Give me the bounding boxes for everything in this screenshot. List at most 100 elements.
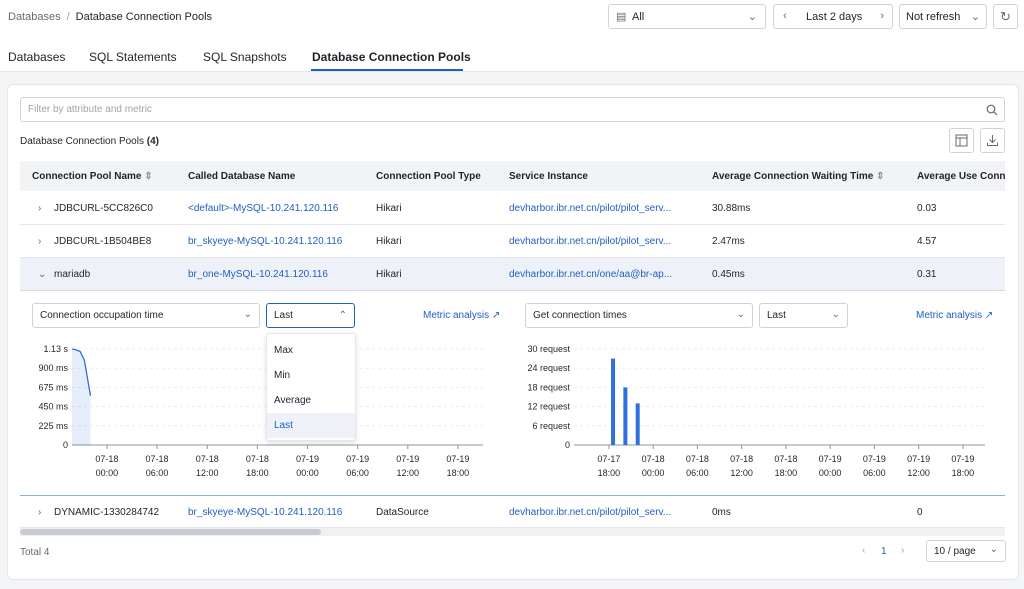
download-icon (987, 135, 998, 146)
table-row-expanded[interactable]: ⌄ mariadb br_one-MySQL-10.241.120.116 Hi… (20, 258, 1005, 291)
option-label: Max (274, 345, 293, 356)
right-metric-select[interactable]: Get connection times ⌄ (525, 303, 753, 328)
prev-page-icon[interactable]: ‹ (862, 545, 865, 556)
chevron-down-icon[interactable]: ⌄ (38, 269, 46, 280)
column-header-service-instance: Service Instance (509, 171, 588, 182)
sort-icon[interactable]: ⇕ (144, 171, 152, 182)
x-tick-label: 07-19 (907, 454, 930, 464)
db-name-link[interactable]: br_one-MySQL-10.241.120.116 (188, 269, 328, 280)
tab-sql-statements[interactable]: SQL Statements (89, 50, 177, 64)
column-header-label: Average Connection Waiting Time (712, 171, 874, 182)
y-tick-label: 0 (63, 440, 68, 450)
db-name-link[interactable]: <default>-MySQL-10.241.120.116 (188, 203, 338, 214)
breadcrumb-parent[interactable]: Databases (8, 11, 61, 23)
y-tick-label: 0 (565, 440, 570, 450)
left-metric-analysis-link[interactable]: Metric analysis ↗ (423, 310, 500, 321)
dropdown-option-max[interactable]: Max (267, 338, 355, 363)
y-tick-label: 450 ms (38, 402, 68, 412)
x-tick-label: 07-18 (686, 454, 709, 464)
refresh-interval-select[interactable]: Not refresh ⌄ (899, 4, 987, 29)
table-row[interactable]: › JDBCURL-5CC826C0 <default>-MySQL-10.24… (20, 192, 1005, 225)
filter-placeholder: Filter by attribute and metric (28, 104, 152, 115)
x-tick-label: 07-19 (296, 454, 319, 464)
tab-sql-snapshots[interactable]: SQL Snapshots (203, 50, 287, 64)
x-tick-label: 12:00 (730, 468, 753, 478)
chevron-right-icon[interactable]: › (880, 10, 884, 22)
chevron-left-icon[interactable]: ‹ (783, 10, 787, 22)
horizontal-scrollbar-thumb[interactable] (20, 529, 321, 535)
chevron-right-icon[interactable]: › (38, 507, 41, 518)
x-tick-label: 07-19 (446, 454, 469, 464)
chevron-right-icon[interactable]: › (38, 236, 41, 247)
column-header-db-name: Called Database Name (188, 171, 296, 182)
x-tick-label: 07-18 (642, 454, 665, 464)
x-tick-label: 00:00 (96, 468, 119, 478)
right-aggregation-select[interactable]: Last ⌄ (759, 303, 848, 328)
section-title-text: Database Connection Pools (20, 136, 144, 147)
table-row[interactable]: › DYNAMIC-1330284742 br_skyeye-MySQL-10.… (20, 496, 1005, 528)
dropdown-option-last[interactable]: Last (267, 413, 355, 438)
refresh-button[interactable]: ↻ (993, 4, 1018, 29)
db-name-link[interactable]: br_skyeye-MySQL-10.241.120.116 (188, 236, 342, 247)
tab-databases[interactable]: Databases (8, 50, 65, 64)
pool-name: mariadb (54, 269, 91, 280)
y-tick-label: 12 request (527, 402, 570, 412)
pool-name: JDBCURL-1B504BE8 (54, 236, 152, 247)
filter-input[interactable]: Filter by attribute and metric (20, 97, 1005, 122)
metric-analysis-label: Metric analysis (916, 310, 983, 321)
avg-wait: 2.47ms (712, 236, 745, 247)
avg-use: 0 (917, 507, 923, 518)
x-tick-label: 07-19 (819, 454, 842, 464)
column-header-pool-name[interactable]: Connection Pool Name ⇕ (32, 171, 153, 182)
bar (623, 387, 628, 445)
pool-type: Hikari (376, 236, 402, 247)
right-metric-analysis-link[interactable]: Metric analysis ↗ (916, 310, 993, 321)
left-metric-value: Connection occupation time (40, 310, 164, 321)
x-tick-label: 12:00 (397, 468, 420, 478)
x-tick-label: 00:00 (819, 468, 842, 478)
refresh-icon: ↻ (1000, 8, 1011, 24)
x-tick-label: 00:00 (642, 468, 665, 478)
sort-icon[interactable]: ⇕ (876, 171, 884, 182)
series-area (72, 349, 91, 445)
column-header-avg-wait[interactable]: Average Connection Waiting Time ⇕ (712, 171, 885, 182)
chevron-right-icon[interactable]: › (38, 203, 41, 214)
database-filter-select[interactable]: ▤ All ⌄ (608, 4, 766, 29)
section-count: (4) (146, 136, 159, 147)
tab-database-connection-pools[interactable]: Database Connection Pools (312, 50, 471, 64)
x-tick-label: 18:00 (246, 468, 269, 478)
time-range-picker[interactable]: ‹ Last 2 days › (773, 4, 893, 29)
left-metric-select[interactable]: Connection occupation time ⌄ (32, 303, 260, 328)
database-icon: ▤ (616, 11, 627, 23)
metric-analysis-label: Metric analysis (423, 310, 490, 321)
x-tick-label: 06:00 (146, 468, 169, 478)
dropdown-option-min[interactable]: Min (267, 363, 355, 388)
x-tick-label: 18:00 (775, 468, 798, 478)
db-name-link[interactable]: br_skyeye-MySQL-10.241.120.116 (188, 507, 342, 518)
table-settings-icon (955, 134, 968, 147)
left-aggregation-select[interactable]: Last ⌃ (266, 303, 355, 328)
page-number-current[interactable]: 1 (881, 546, 887, 557)
top-bar: Databases / Database Connection Pools ▤ Al… (0, 0, 1024, 36)
table-row[interactable]: › JDBCURL-1B504BE8 br_skyeye-MySQL-10.24… (20, 225, 1005, 258)
service-instance-link[interactable]: devharbor.ibr.net.cn/pilot/pilot_serv... (509, 507, 671, 518)
column-settings-button[interactable] (949, 128, 974, 153)
avg-wait: 0ms (712, 507, 731, 518)
download-button[interactable] (980, 128, 1005, 153)
time-range-value: Last 2 days (806, 11, 863, 23)
service-instance-link[interactable]: devharbor.ibr.net.cn/pilot/pilot_serv... (509, 203, 671, 214)
x-tick-label: 07-18 (774, 454, 797, 464)
table-header: Connection Pool Name ⇕ Called Database N… (20, 161, 1006, 191)
page-size-value: 10 / page (934, 546, 976, 557)
chevron-up-icon: ⌃ (338, 310, 347, 321)
y-tick-label: 30 request (527, 344, 570, 354)
page-size-select[interactable]: 10 / page ⌄ (926, 540, 1006, 562)
service-instance-link[interactable]: devharbor.ibr.net.cn/one/aa@br-ap... (509, 269, 672, 280)
chevron-down-icon: ⌄ (970, 11, 980, 23)
next-page-icon[interactable]: › (901, 545, 904, 556)
left-aggregation-value: Last (274, 310, 293, 321)
dropdown-option-average[interactable]: Average (267, 388, 355, 413)
tab-bar: Databases SQL Statements SQL Snapshots D… (0, 36, 1024, 72)
x-tick-label: 00:00 (296, 468, 319, 478)
service-instance-link[interactable]: devharbor.ibr.net.cn/pilot/pilot_serv... (509, 236, 671, 247)
